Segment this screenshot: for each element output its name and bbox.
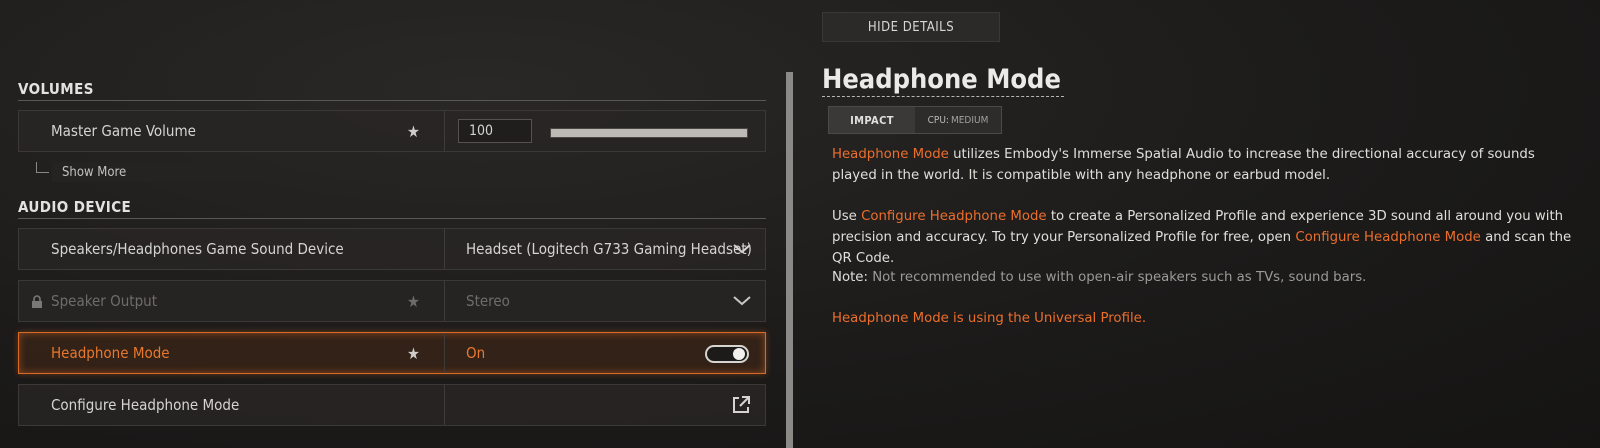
master-volume-input[interactable]: 100 [458,119,532,143]
sound-device-row[interactable]: Speakers/Headphones Game Sound Device He… [18,228,766,270]
headphone-mode-label: Headphone Mode [51,344,170,362]
status-text: Headphone Mode is using the Universal Pr… [832,311,1147,326]
toggle-knob [733,348,745,360]
lock-icon [31,294,43,313]
cpu-value: MEDIUM [950,114,989,126]
headphone-mode-value: On [466,344,486,362]
external-link-icon[interactable] [731,385,751,425]
highlight-headphone-mode: Headphone Mode [832,147,949,162]
description-text: Use [832,209,862,224]
column-divider [444,385,445,425]
headphone-mode-toggle[interactable] [705,345,749,363]
speaker-output-value: Stereo [466,292,510,310]
note-paragraph: Note: Not recommended to use with open-a… [832,267,1572,288]
section-divider [18,100,766,101]
show-more-button[interactable]: Show More [52,162,280,182]
column-divider [444,229,445,269]
hide-details-button[interactable]: HIDE DETAILS [822,12,1000,42]
cpu-impact: CPU: MEDIUM [915,107,1001,133]
master-volume-label: Master Game Volume [51,122,196,140]
star-icon: ★ [407,291,420,311]
note-text: Not recommended to use with open-air spe… [867,270,1367,285]
star-icon[interactable]: ★ [407,333,420,373]
link-configure-headphone-mode[interactable]: Configure Headphone Mode [1295,230,1481,245]
sound-device-label: Speakers/Headphones Game Sound Device [51,240,344,258]
speaker-output-label: Speaker Output [51,292,158,310]
description-paragraph-1: Headphone Mode utilizes Embody's Immerse… [832,144,1572,186]
impact-label: IMPACT [829,107,915,133]
section-title-volumes: VOLUMES [18,80,94,98]
tree-elbow-icon [36,162,49,173]
note-label: Note: [832,270,868,285]
description-paragraph-2: Use Configure Headphone Mode to create a… [832,206,1572,269]
speaker-output-row: Speaker Output ★ Stereo [18,280,766,322]
sound-device-value: Headset (Logitech G733 Gaming Headset) [466,240,752,258]
chevron-down-icon [733,281,751,321]
section-title-audio-device: AUDIO DEVICE [18,198,132,216]
link-configure-headphone-mode[interactable]: Configure Headphone Mode [861,209,1047,224]
detail-title: Headphone Mode [822,64,1061,95]
master-volume-row[interactable]: Master Game Volume ★ 100 [18,110,766,152]
title-underline [822,96,1064,97]
section-divider [18,218,766,219]
column-divider [444,111,445,151]
scrollbar[interactable] [786,72,793,448]
cpu-label: CPU: [927,114,949,126]
master-volume-slider-fill [551,129,747,137]
star-icon[interactable]: ★ [407,111,420,151]
impact-badge: IMPACT CPU: MEDIUM [828,106,1002,134]
column-divider [444,333,445,373]
column-divider [444,281,445,321]
configure-headphone-mode-row[interactable]: Configure Headphone Mode [18,384,766,426]
headphone-mode-row[interactable]: Headphone Mode ★ On [18,332,766,374]
chevron-down-icon[interactable] [733,229,751,269]
master-volume-slider[interactable] [550,128,748,138]
configure-headphone-mode-label: Configure Headphone Mode [51,396,240,414]
